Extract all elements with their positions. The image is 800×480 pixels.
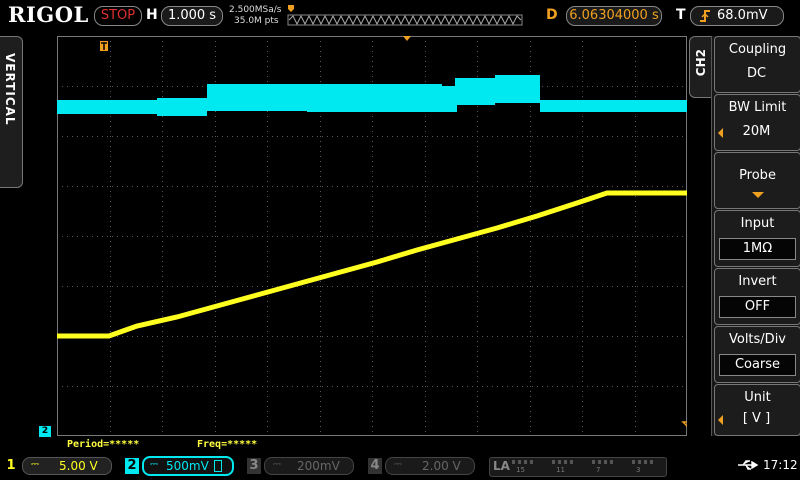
coupling-value: DC [746,66,767,81]
bw-limit-menu-item[interactable]: BW Limit 20M [714,94,800,151]
ch1-scale-box[interactable]: ⎓ 5.00 V [22,457,112,475]
dc-coupling-icon: ⎓ [273,459,281,470]
top-status-bar: RIGOL STOP H 1.000 s 2.500MSa/s 35.0M pt… [0,0,800,32]
invert-title: Invert [738,274,777,289]
bandwidth-limit-icon [214,460,222,472]
memory-depth: 35.0M pts [234,16,279,26]
dc-coupling-icon: ⎓ [150,459,158,470]
trigger-level-value: 68.0mV [717,8,768,23]
delay-value[interactable]: 6.06304000 s [566,6,662,26]
invert-value: OFF [719,296,796,318]
ch4-scale-value: 2.00 V [422,459,461,473]
bw-limit-value: 20M [742,124,771,139]
volts-div-title: Volts/Div [728,332,786,347]
horizontal-label: H [146,7,158,23]
bw-limit-title: BW Limit [728,100,787,115]
brand-logo: RIGOL [8,2,89,27]
vertical-tab-label: VERTICAL [3,53,17,126]
dc-coupling-icon: ⎓ [31,459,39,470]
la-label: LA [493,459,510,473]
ch2-tab-label: CH2 [694,49,708,77]
timebase-value[interactable]: 1.000 s [161,6,223,26]
sample-rate: 2.500MSa/s [229,5,282,15]
channel-menu: Coupling DC BW Limit 20M Probe Input 1MΩ… [711,36,800,436]
period-measurement: Period=***** [67,439,140,450]
la-digit-15: 15 [516,466,525,474]
input-value: 1MΩ [719,238,796,260]
ch4-scale-box[interactable]: ⎓ 2.00 V [385,457,475,475]
memory-overview-bar [287,5,523,26]
ch3-scale-box[interactable]: ⎓ 200mV [264,457,354,475]
vertical-menu-tab[interactable]: VERTICAL [0,36,23,188]
la-digit-7: 7 [596,466,601,474]
clock-time: 17:12 [763,458,798,472]
la-digit-3: 3 [636,466,641,474]
ch4-label[interactable]: 4 [368,458,382,474]
freq-measurement: Freq=***** [197,439,258,450]
dc-coupling-icon: ⎓ [394,459,402,470]
trigger-position-icon [288,5,294,12]
invert-menu-item[interactable]: Invert OFF [714,268,800,325]
ch2-menu-tab[interactable]: CH2 [689,36,712,98]
volts-div-menu-item[interactable]: Volts/Div Coarse [714,326,800,383]
ch2-ground-marker[interactable]: 2 [39,426,51,437]
logic-analyzer-box[interactable]: LA 15 11 7 3 [489,457,667,477]
trigger-label: T [676,7,686,23]
trigger-level-box[interactable]: 68.0mV [690,6,784,26]
ch2-label[interactable]: 2 [125,458,139,474]
coupling-menu-item[interactable]: Coupling DC [714,36,800,93]
unit-title: Unit [744,390,771,405]
ch1-scale-value: 5.00 V [59,459,98,473]
waveform-display[interactable] [57,36,687,436]
unit-value: [ V ] [742,411,771,426]
usb-icon [738,460,759,470]
ch3-scale-value: 200mV [297,459,340,473]
ch3-label[interactable]: 3 [247,458,261,474]
delay-label: D [546,7,558,23]
run-stop-indicator[interactable]: STOP [94,6,142,26]
la-digit-11: 11 [556,466,565,474]
input-menu-item[interactable]: Input 1MΩ [714,210,800,267]
input-title: Input [740,216,775,231]
ch1-label[interactable]: 1 [4,458,18,474]
coupling-title: Coupling [728,42,787,57]
probe-menu-item[interactable]: Probe [714,152,800,209]
chevron-down-icon [752,192,764,198]
trigger-t-marker-icon [100,41,108,51]
unit-menu-item[interactable]: Unit [ V ] [714,384,800,436]
ch2-scale-value: 500mV [166,459,209,473]
rising-edge-icon [700,10,710,22]
ch2-scale-box[interactable]: ⎓ 500mV [142,456,234,476]
volts-div-value: Coarse [719,354,796,376]
probe-title: Probe [739,168,776,183]
